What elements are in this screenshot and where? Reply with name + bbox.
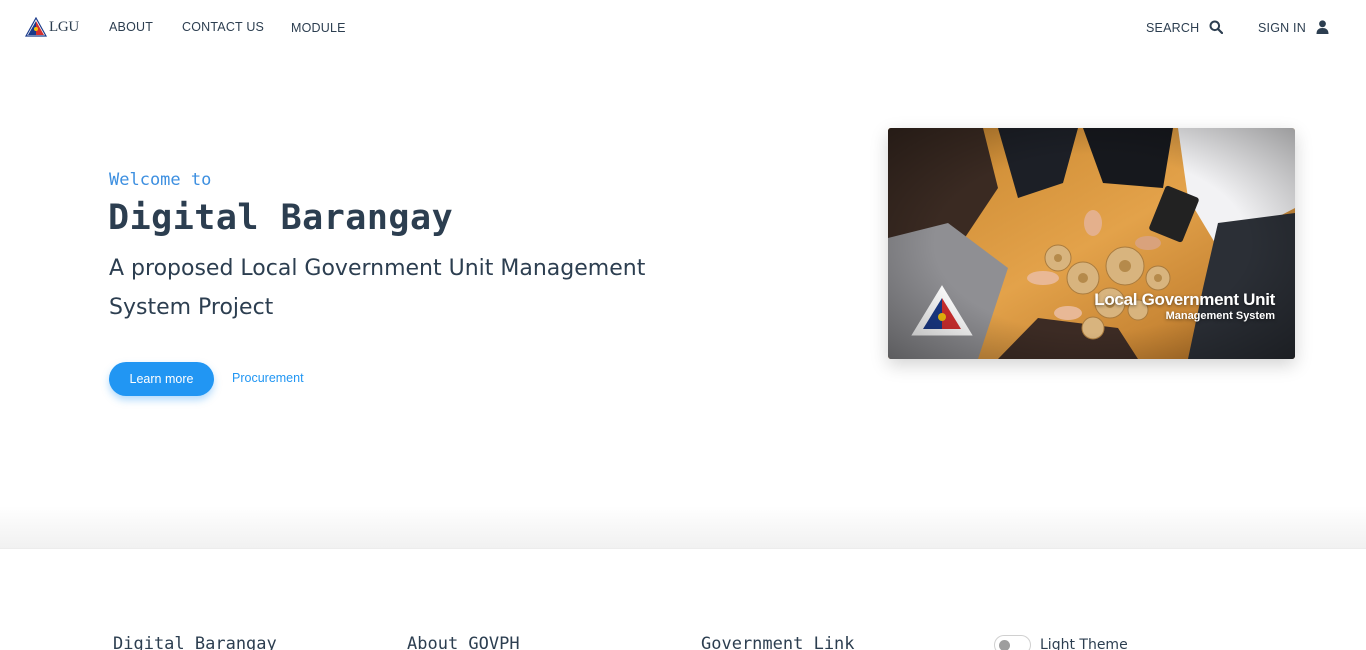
sign-in-button[interactable]: SIGN IN bbox=[1258, 18, 1329, 35]
brand-text: LGU bbox=[49, 18, 79, 35]
nav-link-about[interactable]: ABOUT bbox=[109, 20, 153, 34]
hero-welcome-text: Welcome to bbox=[109, 170, 212, 190]
top-navbar: LGU ABOUT CONTACT US MODULE SEARCH SIGN … bbox=[0, 0, 1366, 56]
search-button[interactable]: SEARCH bbox=[1146, 18, 1224, 35]
sign-in-label: SIGN IN bbox=[1258, 21, 1306, 35]
toggle-knob bbox=[999, 640, 1010, 650]
team-gears-photo bbox=[888, 128, 1295, 359]
hero-image-caption: Local Government Unit Management System bbox=[1094, 290, 1275, 322]
toggle-switch[interactable] bbox=[994, 635, 1031, 650]
lgu-logo-icon bbox=[25, 17, 47, 37]
procurement-link[interactable]: Procurement bbox=[232, 371, 304, 385]
search-label: SEARCH bbox=[1146, 21, 1200, 35]
hero-image-caption-title: Local Government Unit bbox=[1094, 290, 1275, 309]
hero-image-caption-subtitle: Management System bbox=[1165, 310, 1275, 322]
nav-link-module[interactable]: MODULE bbox=[291, 21, 346, 35]
nav-link-contact-us[interactable]: CONTACT US bbox=[182, 20, 264, 34]
hero-subtitle: A proposed Local Government Unit Managem… bbox=[109, 256, 646, 320]
user-icon bbox=[1316, 19, 1329, 34]
learn-more-button[interactable]: Learn more bbox=[109, 362, 214, 396]
light-theme-toggle[interactable]: Light Theme bbox=[994, 635, 1128, 650]
footer-heading-about-govph: About GOVPH bbox=[407, 634, 520, 650]
light-theme-label: Light Theme bbox=[1040, 637, 1128, 650]
section-divider-band bbox=[0, 506, 1366, 549]
search-icon bbox=[1209, 20, 1224, 34]
brand-logo-link[interactable]: LGU bbox=[25, 17, 79, 37]
footer-heading-digital-barangay: Digital Barangay bbox=[113, 634, 277, 650]
hero-title: Digital Barangay bbox=[108, 198, 454, 238]
hero-image: Local Government Unit Management System bbox=[888, 128, 1295, 359]
footer-heading-government-link: Government Link bbox=[701, 634, 855, 650]
